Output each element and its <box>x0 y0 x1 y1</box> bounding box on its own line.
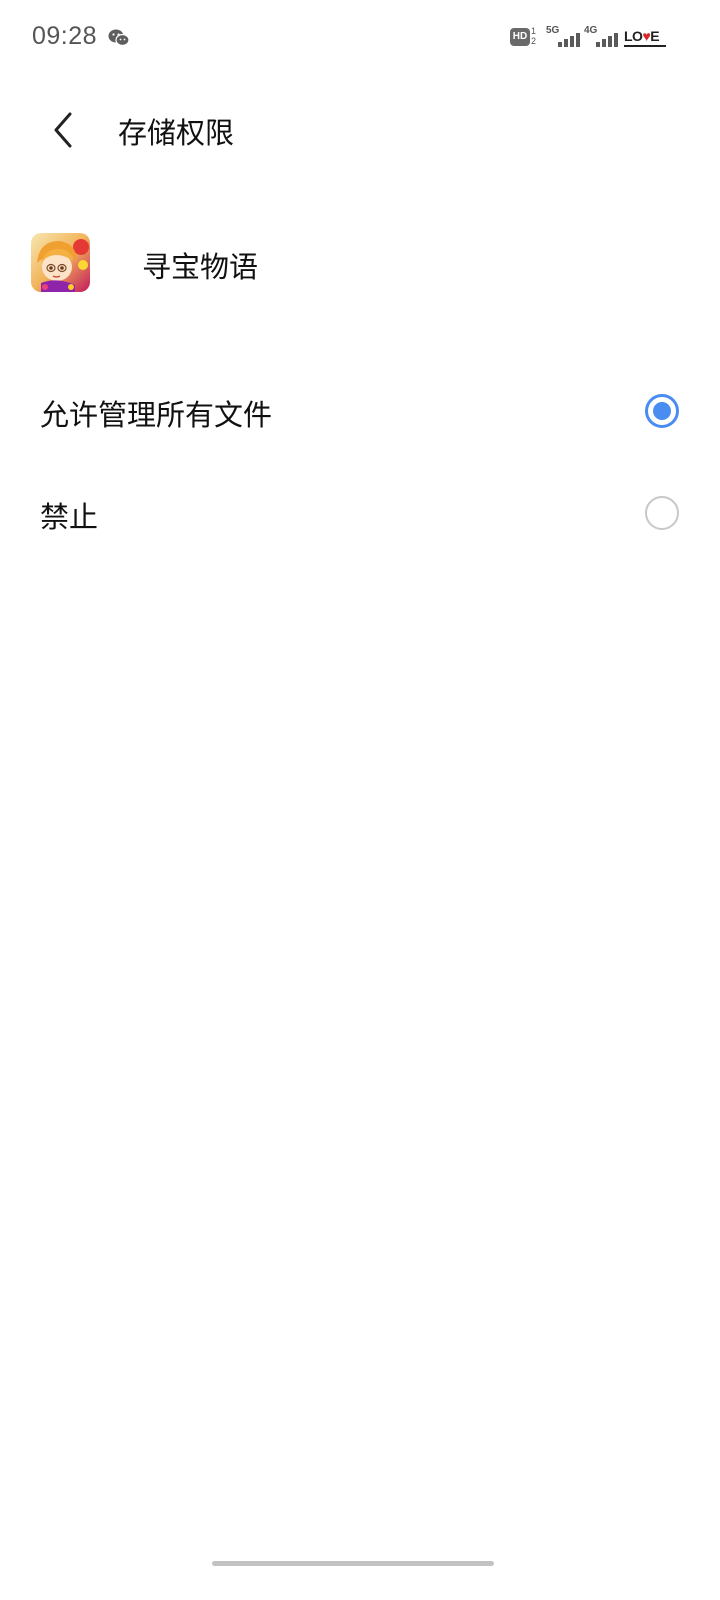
radio-allow-selected[interactable] <box>645 394 679 428</box>
status-time: 09:28 <box>32 22 98 50</box>
carrier-badge: LO♥E <box>624 28 660 44</box>
signal-4g-icon: 4G <box>584 25 618 49</box>
app-info-row: 寻宝物语 <box>0 222 720 306</box>
hd-sim-bottom: 2 <box>531 36 537 46</box>
signal-bars-2 <box>594 31 618 47</box>
back-button[interactable] <box>40 106 88 154</box>
status-bar: 09:28 HD 1 2 5G 4G LO♥E <box>0 0 720 76</box>
radio-dot <box>653 402 671 420</box>
hd-sim-numbers: 1 2 <box>531 26 536 46</box>
signal-bars-1 <box>556 31 580 47</box>
option-label-allow: 允许管理所有文件 <box>40 398 273 432</box>
home-indicator[interactable] <box>212 1561 494 1566</box>
hd-label: HD <box>510 28 530 46</box>
hd-voice-icon: HD 1 2 <box>510 26 540 49</box>
back-arrow-icon <box>54 112 72 148</box>
screen: 09:28 HD 1 2 5G 4G LO♥E 存储权限 寻宝物语 允许管理所有… <box>0 0 720 1600</box>
app-name: 寻宝物语 <box>142 250 259 284</box>
hd-sim-top: 1 <box>531 26 537 36</box>
battery-love-icon: LO♥E <box>624 26 668 48</box>
app-icon <box>31 233 90 292</box>
option-deny[interactable]: 禁止 <box>0 464 720 564</box>
signal-5g-icon: 5G <box>546 25 580 49</box>
option-allow-all-files[interactable]: 允许管理所有文件 <box>0 362 720 462</box>
header: 存储权限 <box>0 90 720 170</box>
option-label-deny: 禁止 <box>40 500 99 534</box>
wechat-notification-icon <box>108 28 130 48</box>
radio-deny-unselected[interactable] <box>645 496 679 530</box>
page-title: 存储权限 <box>118 116 235 150</box>
